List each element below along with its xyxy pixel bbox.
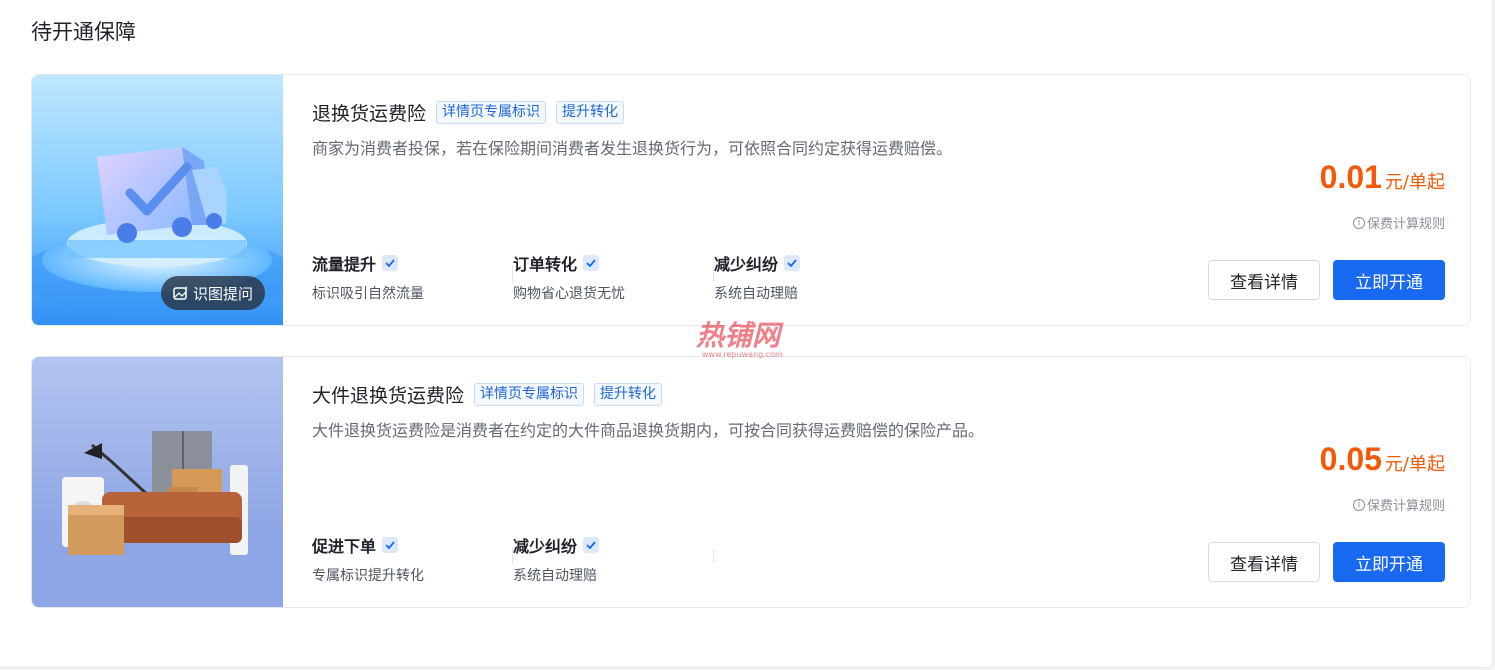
feature-title: 减少纠纷 (513, 537, 578, 556)
feature-title: 订单转化 (513, 255, 578, 274)
feature-item: 流量提升 标识吸引自然流量 (312, 252, 513, 303)
card-header: 大件退换货运费险 详情页专属标识 提升转化 (312, 381, 663, 408)
check-icon (382, 537, 399, 553)
tag-conversion: 提升转化 (594, 383, 663, 406)
feature-subtitle: 系统自动理赔 (513, 568, 597, 584)
insurance-card-large-item-freight: 大件退换货运费险 详情页专属标识 提升转化 大件退换货运费险是消费者在约定的大件… (31, 356, 1471, 608)
section-title: 待开通保障 (31, 20, 136, 44)
check-icon (583, 255, 600, 271)
feature-item: 减少纠纷 系统自动理赔 (513, 534, 714, 585)
premium-rule-label: 保费计算规则 (1366, 217, 1445, 232)
price-value: 0.01 (1319, 159, 1382, 195)
image-search-icon (173, 286, 188, 300)
view-details-button[interactable]: 查看详情 (1208, 542, 1320, 582)
tag-detail-badge: 详情页专属标识 (474, 383, 585, 406)
feature-title: 促进下单 (312, 537, 377, 556)
info-icon: i (1352, 498, 1365, 511)
feature-subtitle: 专属标识提升转化 (312, 568, 424, 584)
feature-title: 减少纠纷 (714, 255, 779, 274)
insurance-description: 大件退换货运费险是消费者在约定的大件商品退换货期内，可按合同获得运费赔偿的保险产… (312, 421, 985, 440)
insurance-name: 大件退换货运费险 (312, 385, 465, 407)
main-panel: 待开通保障 识图提问 退换货运费险 详情页专属标识 提升转化 商家为消费者投保，… (0, 0, 1493, 668)
price: 0.01 元/单起 (1320, 159, 1445, 196)
premium-rule-label: 保费计算规则 (1366, 499, 1445, 514)
price: 0.05 元/单起 (1320, 441, 1445, 478)
feature-list: 流量提升 标识吸引自然流量 订单转化 购物省心退货无忧 减少纠纷 系统自动理赔 (312, 252, 915, 303)
check-icon (382, 255, 399, 271)
premium-rule-link[interactable]: i 保费计算规则 (1352, 495, 1445, 514)
feature-item: 促进下单 专属标识提升转化 (312, 534, 513, 585)
svg-text:热铺网: 热铺网 (695, 319, 784, 352)
card-header: 退换货运费险 详情页专属标识 提升转化 (312, 99, 625, 126)
image-ask-button[interactable]: 识图提问 (161, 276, 266, 310)
feature-list: 促进下单 专属标识提升转化 减少纠纷 系统自动理赔 (312, 534, 714, 585)
feature-subtitle: 标识吸引自然流量 (312, 286, 424, 302)
tag-conversion: 提升转化 (556, 101, 625, 124)
feature-item: 订单转化 购物省心退货无忧 (513, 252, 714, 303)
insurance-name: 退换货运费险 (312, 103, 427, 125)
price-unit: 元/单起 (1384, 454, 1445, 475)
check-icon (583, 537, 600, 553)
divider (713, 548, 714, 564)
info-icon: i (1352, 216, 1365, 229)
card-image-furniture (32, 357, 283, 607)
insurance-card-return-freight: 识图提问 退换货运费险 详情页专属标识 提升转化 商家为消费者投保，若在保险期间… (31, 74, 1471, 326)
feature-title: 流量提升 (312, 255, 377, 274)
svg-text:www.repuwang.com: www.repuwang.com (702, 350, 783, 359)
furniture-illustration (32, 357, 283, 607)
feature-subtitle: 购物省心退货无忧 (513, 286, 625, 302)
price-unit: 元/单起 (1384, 172, 1445, 193)
insurance-description: 商家为消费者投保，若在保险期间消费者发生退换货行为，可依照合同约定获得运费赔偿。 (312, 139, 953, 158)
feature-subtitle: 系统自动理赔 (714, 286, 798, 302)
tag-detail-badge: 详情页专属标识 (436, 101, 547, 124)
card-image-truck: 识图提问 (32, 75, 283, 325)
check-icon (784, 255, 801, 271)
activate-button[interactable]: 立即开通 (1333, 542, 1445, 582)
feature-item: 减少纠纷 系统自动理赔 (714, 252, 915, 303)
image-ask-label: 识图提问 (193, 284, 254, 303)
watermark-logo: 热铺网 www.repuwang.com (688, 315, 808, 363)
price-value: 0.05 (1319, 441, 1382, 477)
activate-button[interactable]: 立即开通 (1333, 260, 1445, 300)
view-details-button[interactable]: 查看详情 (1208, 260, 1320, 300)
premium-rule-link[interactable]: i 保费计算规则 (1352, 213, 1445, 232)
